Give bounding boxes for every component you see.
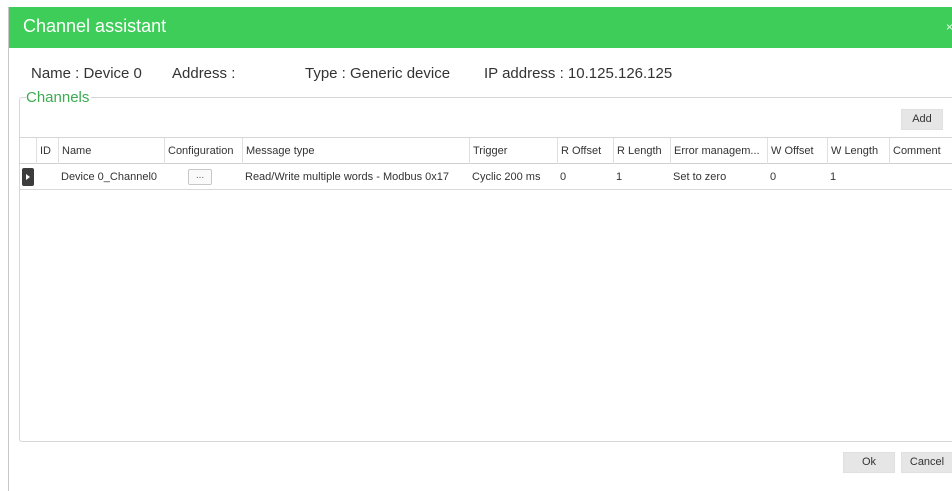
channels-grid: ID Name Configuration Message type Trigg… [20,137,952,190]
cell-error-management[interactable]: Set to zero [670,164,767,190]
cell-r-length[interactable]: 1 [613,164,670,190]
row-selector-icon[interactable] [22,168,34,186]
device-type: Type : Generic device [305,65,451,82]
channel-assistant-dialog: Channel assistant × Name : Device 0 Addr… [8,7,952,491]
cell-comment[interactable] [889,164,952,190]
title-bar: Channel assistant × [9,7,952,48]
column-header-error-management[interactable]: Error managem... [670,138,767,164]
column-header-w-offset[interactable]: W Offset [767,138,827,164]
column-header-configuration[interactable]: Configuration [164,138,242,164]
column-header-selector [20,138,36,164]
channels-group-label: Channels [26,89,92,106]
cancel-button[interactable]: Cancel [901,452,952,473]
cell-w-offset[interactable]: 0 [767,164,827,190]
column-header-r-offset[interactable]: R Offset [557,138,613,164]
column-header-id[interactable]: ID [36,138,58,164]
column-header-name[interactable]: Name [58,138,164,164]
device-ip-address: IP address : 10.125.126.125 [484,65,673,82]
column-header-message-type[interactable]: Message type [242,138,469,164]
add-channel-button[interactable]: Add [901,109,943,130]
close-icon[interactable]: × [946,20,952,34]
ok-button[interactable]: Ok [843,452,895,473]
configuration-ellipsis-button[interactable]: ... [188,169,212,185]
grid-header: ID Name Configuration Message type Trigg… [20,138,952,164]
cell-id[interactable] [36,164,58,190]
cell-trigger[interactable]: Cyclic 200 ms [469,164,557,190]
column-header-comment[interactable]: Comment [889,138,952,164]
cell-r-offset[interactable]: 0 [557,164,613,190]
table-row[interactable]: Device 0_Channel0 ... Read/Write multipl… [20,164,952,190]
column-header-trigger[interactable]: Trigger [469,138,557,164]
dialog-title: Channel assistant [23,16,167,36]
cell-w-length[interactable]: 1 [827,164,889,190]
cell-name[interactable]: Device 0_Channel0 [58,164,164,190]
device-name: Name : Device 0 [31,65,142,82]
device-address: Address : [172,65,236,82]
cell-message-type[interactable]: Read/Write multiple words - Modbus 0x17 [242,164,469,190]
column-header-w-length[interactable]: W Length [827,138,889,164]
column-header-r-length[interactable]: R Length [613,138,670,164]
